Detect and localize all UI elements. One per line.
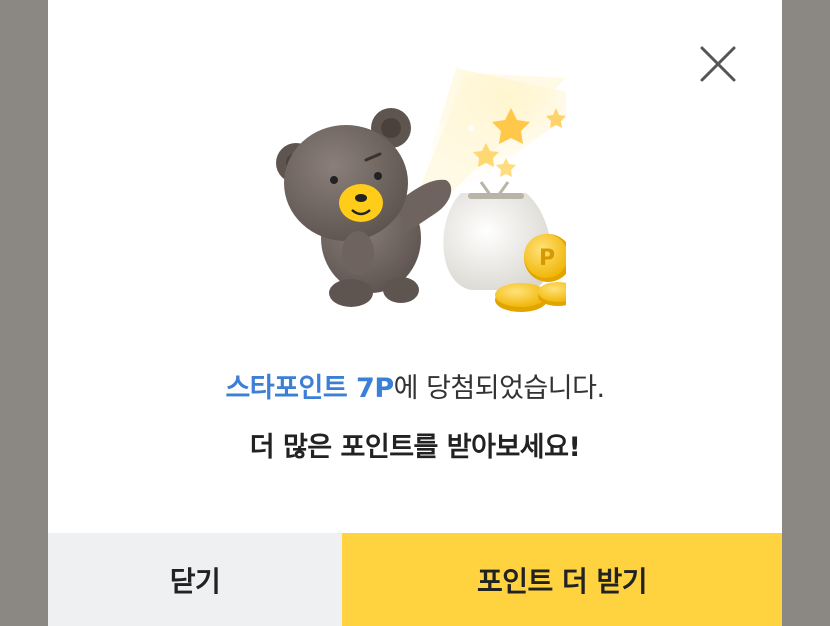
win-message: 스타포인트 7P에 당첨되었습니다.	[48, 366, 782, 405]
close-button[interactable]: 닫기	[48, 533, 342, 626]
more-points-button[interactable]: 포인트 더 받기	[342, 533, 782, 626]
close-icon[interactable]	[698, 44, 738, 84]
points-dialog: P 스타포인트 7P에 당첨되었습니다. 더 많은 포인트를 받아보세요! 닫기…	[48, 0, 782, 626]
win-message-rest: 에 당첨되었습니다.	[393, 373, 605, 404]
sub-message: 더 많은 포인트를 받아보세요!	[249, 432, 581, 463]
star-points-highlight: 스타포인트 7P	[225, 373, 394, 404]
dialog-top-edge	[48, 0, 782, 14]
dialog-button-row: 닫기 포인트 더 받기	[48, 533, 782, 626]
bear-with-points-illustration: P	[276, 68, 566, 312]
coin-letter: P	[539, 246, 555, 271]
